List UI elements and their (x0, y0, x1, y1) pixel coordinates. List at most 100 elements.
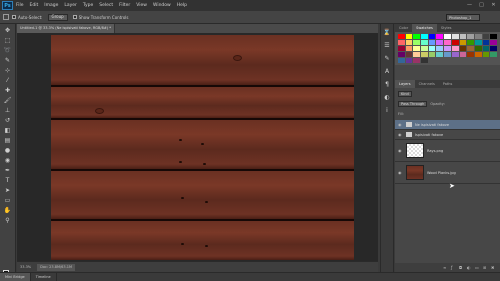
swatch-color[interactable] (459, 34, 467, 39)
swatch-color[interactable] (428, 52, 436, 57)
menu-file[interactable]: File (16, 3, 24, 8)
swatch-color[interactable] (451, 52, 459, 57)
swatch-color[interactable] (459, 40, 467, 45)
menu-image[interactable]: Image (44, 3, 58, 8)
stamp-tool-icon[interactable]: ⊥ (3, 106, 12, 114)
swatch-color[interactable] (428, 40, 436, 45)
menu-select[interactable]: Select (99, 3, 113, 8)
maximize-button[interactable]: □ (477, 1, 486, 9)
link-icon[interactable]: ∞ (443, 265, 448, 270)
brush-icon[interactable]: ✎ (383, 55, 391, 63)
swatch-color[interactable] (413, 52, 421, 57)
swatch-color[interactable] (421, 52, 428, 57)
swatch-color[interactable] (474, 52, 482, 57)
swatch-color[interactable] (413, 34, 421, 39)
move-tool-icon[interactable]: ✥ (3, 26, 12, 34)
swatch-color[interactable] (421, 58, 428, 63)
info-icon[interactable]: i (383, 107, 391, 115)
eyedropper-tool-icon[interactable]: ⁄ (3, 76, 12, 84)
tab-timeline[interactable]: Timeline (31, 273, 57, 281)
swatch-color[interactable] (490, 52, 497, 57)
tab-swatches[interactable]: Swatches (412, 24, 437, 32)
quick-select-tool-icon[interactable]: ✎ (3, 56, 12, 64)
transform-checkbox[interactable] (72, 15, 77, 19)
swatch-color[interactable] (405, 46, 413, 51)
swatch-color[interactable] (398, 52, 405, 57)
menu-edit[interactable]: Edit (30, 3, 39, 8)
swatch-color[interactable] (474, 40, 482, 45)
wood-planks-canvas[interactable] (51, 35, 354, 260)
swatch-color[interactable] (490, 34, 497, 39)
swatch-color[interactable] (467, 40, 474, 45)
menu-type[interactable]: Type (83, 3, 93, 8)
trash-icon[interactable]: ✖ (491, 265, 496, 270)
doc-size[interactable]: Doc: 23.8M/63.1M (37, 263, 75, 271)
zoom-tool-icon[interactable]: ⚲ (3, 216, 12, 224)
swatch-color[interactable] (405, 52, 413, 57)
layer-row[interactable]: ◉ Rays.png (395, 140, 500, 162)
swatch-color[interactable] (467, 34, 474, 39)
swatch-color[interactable] (413, 58, 421, 63)
swatch-color[interactable] (398, 34, 405, 39)
lasso-tool-icon[interactable]: ➰ (3, 46, 12, 54)
visibility-icon[interactable]: ◉ (398, 122, 403, 127)
swatch-color[interactable] (474, 46, 482, 51)
swatch-color[interactable] (413, 46, 421, 51)
swatch-color[interactable] (459, 46, 467, 51)
swatch-color[interactable] (444, 40, 451, 45)
layer-row[interactable]: ◉ Ne ispisivati fakove (395, 120, 500, 130)
zoom-level[interactable]: 33.3% (20, 265, 31, 269)
layer-row[interactable]: ◉ Ispisivati fakove (395, 130, 500, 140)
folder-icon[interactable]: ▭ (475, 265, 480, 270)
swatch-color[interactable] (421, 46, 428, 51)
tab-paths[interactable]: Paths (439, 80, 457, 88)
eraser-tool-icon[interactable]: ◧ (3, 126, 12, 134)
visibility-icon[interactable]: ◉ (398, 148, 403, 153)
path-select-tool-icon[interactable]: ➤ (3, 186, 12, 194)
tab-mini-bridge[interactable]: Mini Bridge (0, 273, 31, 281)
swatch-color[interactable] (490, 46, 497, 51)
swatch-color[interactable] (413, 40, 421, 45)
swatch-color[interactable] (490, 40, 497, 45)
crop-tool-icon[interactable]: ⊹ (3, 66, 12, 74)
close-button[interactable]: ✕ (489, 1, 498, 9)
menu-layer[interactable]: Layer (64, 3, 77, 8)
properties-icon[interactable]: ☰ (383, 42, 391, 50)
swatch-color[interactable] (405, 34, 413, 39)
menu-help[interactable]: Help (177, 3, 187, 8)
fx-icon[interactable]: ƒ (451, 265, 456, 270)
tab-channels[interactable]: Channels (415, 80, 439, 88)
marquee-tool-icon[interactable]: ⬚ (3, 36, 12, 44)
swatch-color[interactable] (398, 46, 405, 51)
swatch-color[interactable] (405, 58, 413, 63)
brush-tool-icon[interactable]: 🖌 (3, 96, 12, 104)
swatch-color[interactable] (451, 46, 459, 51)
paragraph-icon[interactable]: ¶ (383, 81, 391, 89)
swatch-color[interactable] (482, 52, 490, 57)
group-dropdown[interactable]: Group (47, 13, 68, 21)
menu-view[interactable]: View (136, 3, 147, 8)
pen-tool-icon[interactable]: ✒ (3, 166, 12, 174)
adjustment-icon[interactable]: ◐ (467, 265, 472, 270)
auto-select-option[interactable]: Auto-Select: (12, 15, 43, 20)
swatch-color[interactable] (444, 46, 451, 51)
healing-tool-icon[interactable]: ✚ (3, 86, 12, 94)
swatch-color[interactable] (428, 34, 436, 39)
swatch-color[interactable] (421, 40, 428, 45)
hand-tool-icon[interactable]: ✋ (3, 206, 12, 214)
blend-mode-select[interactable]: Pass Through (398, 101, 428, 107)
swatch-color[interactable] (436, 34, 444, 39)
swatch-color[interactable] (467, 46, 474, 51)
swatch-color[interactable] (421, 34, 428, 39)
new-layer-icon[interactable]: ⊞ (483, 265, 488, 270)
swatch-color[interactable] (482, 40, 490, 45)
swatch-color[interactable] (436, 40, 444, 45)
kind-filter[interactable]: Kind (398, 91, 412, 97)
swatch-color[interactable] (482, 46, 490, 51)
mask-icon[interactable]: ◘ (459, 265, 464, 270)
swatch-color[interactable] (459, 52, 467, 57)
swatch-color[interactable] (444, 52, 451, 57)
swatch-color[interactable] (405, 40, 413, 45)
gradient-tool-icon[interactable]: ▤ (3, 136, 12, 144)
visibility-icon[interactable]: ◉ (398, 132, 403, 137)
